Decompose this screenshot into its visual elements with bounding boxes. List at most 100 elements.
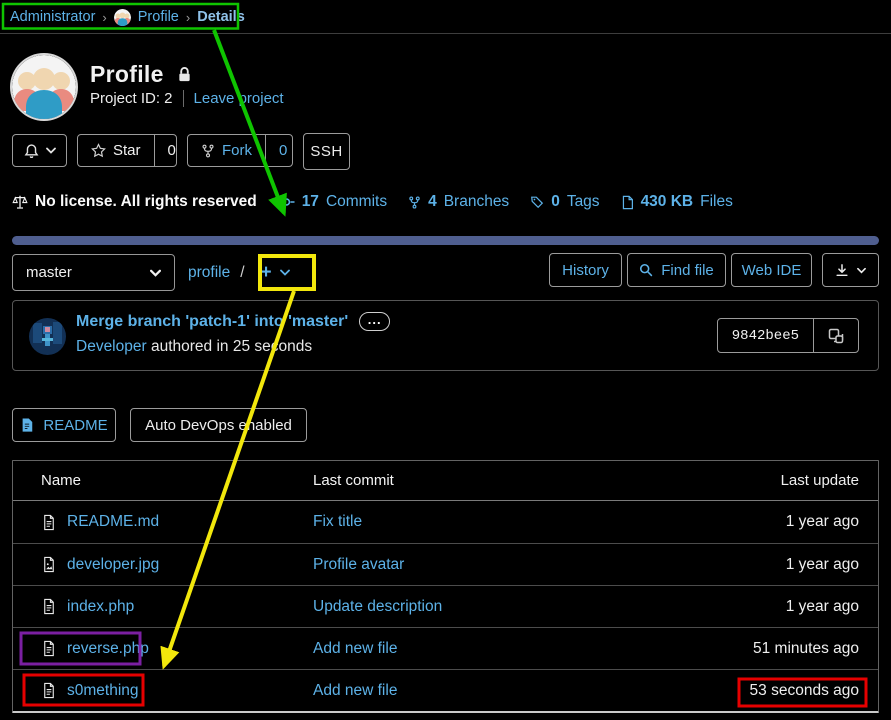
group-avatar-icon xyxy=(12,55,76,119)
chevron-down-icon xyxy=(857,267,866,274)
commit-link[interactable]: Add new file xyxy=(313,682,397,699)
files-link[interactable]: 430 KB Files xyxy=(621,193,733,211)
web-ide-button[interactable]: Web IDE xyxy=(731,253,812,287)
group-avatar-icon xyxy=(114,9,131,26)
download-dropdown-button[interactable] xyxy=(822,253,879,287)
last-update-cell: 1 year ago xyxy=(658,513,878,531)
branches-label: Branches xyxy=(444,193,509,211)
last-commit-panel: Merge branch 'patch-1' into 'master' ...… xyxy=(12,300,879,371)
breadcrumb-current: Details xyxy=(197,9,245,25)
commit-author-link[interactable]: Developer xyxy=(76,338,147,355)
document-icon xyxy=(41,640,57,657)
language-bar[interactable] xyxy=(12,236,879,245)
commit-sha: 9842bee5 xyxy=(718,319,813,352)
path-separator: / xyxy=(240,264,244,282)
readme-file-icon xyxy=(20,417,34,433)
files-size: 430 KB xyxy=(641,193,694,211)
fork-count[interactable]: 0 xyxy=(265,135,293,166)
file-link[interactable]: reverse.php xyxy=(67,640,149,658)
copy-icon xyxy=(828,328,844,344)
fork-icon xyxy=(201,143,215,159)
document-icon xyxy=(41,682,57,699)
file-icon xyxy=(621,195,634,210)
gitlab-project-page: Administrator › Profile › Details Profil… xyxy=(0,0,891,720)
fork-label: Fork xyxy=(222,142,252,159)
tags-link[interactable]: 0 Tags xyxy=(530,193,599,211)
star-button[interactable]: Star xyxy=(78,135,154,166)
star-count[interactable]: 0 xyxy=(154,135,177,166)
breadcrumb-administrator[interactable]: Administrator xyxy=(10,9,95,25)
image-file-icon xyxy=(41,556,57,573)
branches-link[interactable]: 4 Branches xyxy=(408,193,509,211)
file-link[interactable]: README.md xyxy=(67,513,159,531)
table-row: developer.jpg Profile avatar 1 year ago xyxy=(13,543,878,585)
notification-dropdown-button[interactable] xyxy=(12,134,67,167)
table-row: README.md Fix title 1 year ago xyxy=(13,501,878,543)
plus-icon: + xyxy=(261,263,272,282)
license-text: No license. All rights reserved xyxy=(35,193,257,211)
last-update-cell: 1 year ago xyxy=(658,598,878,616)
commits-link[interactable]: 17 Commits xyxy=(278,193,387,211)
table-row: s0mething Add new file 53 seconds ago xyxy=(13,669,878,711)
files-table: Name Last commit Last update README.md F… xyxy=(12,460,879,713)
branch-selector[interactable]: master xyxy=(12,254,175,291)
chevron-down-icon xyxy=(46,147,56,154)
divider xyxy=(183,90,184,107)
project-id-label: Project ID: 2 xyxy=(90,90,173,107)
search-icon xyxy=(639,263,653,277)
add-file-dropdown[interactable]: + xyxy=(255,260,296,285)
header-last-update: Last update xyxy=(658,472,878,489)
project-avatar-small xyxy=(114,9,131,26)
file-link[interactable]: developer.jpg xyxy=(67,556,159,574)
document-icon xyxy=(41,514,57,531)
page-title: Profile xyxy=(90,61,164,88)
branch-icon xyxy=(408,195,421,210)
commit-message-link[interactable]: Merge branch 'patch-1' into 'master' xyxy=(76,313,348,331)
branches-count: 4 xyxy=(428,193,437,211)
breadcrumb: Administrator › Profile › Details xyxy=(10,7,245,27)
commit-link[interactable]: Profile avatar xyxy=(313,556,404,573)
leave-project-link[interactable]: Leave project xyxy=(194,90,284,107)
header-divider xyxy=(0,33,891,34)
tags-count: 0 xyxy=(551,193,560,211)
ssh-button[interactable]: SSH xyxy=(303,133,350,170)
annotation-green-arrow xyxy=(214,30,284,213)
auto-devops-button[interactable]: Auto DevOps enabled xyxy=(130,408,307,442)
last-update-cell: 53 seconds ago xyxy=(658,682,878,700)
breadcrumb-separator: › xyxy=(102,10,106,25)
readme-button[interactable]: README xyxy=(12,408,116,442)
fork-button[interactable]: Fork xyxy=(188,135,265,166)
commit-time-text: authored in 25 seconds xyxy=(151,338,312,355)
commit-link[interactable]: Update description xyxy=(313,598,442,615)
history-button[interactable]: History xyxy=(549,253,622,287)
commit-icon xyxy=(278,196,295,208)
star-button-group: Star 0 xyxy=(77,134,177,167)
commit-expand-button[interactable]: ... xyxy=(359,312,390,331)
commit-sha-group: 9842bee5 xyxy=(717,318,859,353)
commits-label: Commits xyxy=(326,193,387,211)
bell-icon xyxy=(24,143,39,159)
star-label: Star xyxy=(113,142,141,159)
commits-count: 17 xyxy=(302,193,319,211)
chevron-down-icon xyxy=(150,269,161,277)
copy-sha-button[interactable] xyxy=(813,319,858,352)
lock-icon xyxy=(177,66,192,83)
breadcrumb-separator: › xyxy=(186,10,190,25)
path-root-link[interactable]: profile xyxy=(188,264,230,282)
branch-name: master xyxy=(26,264,72,281)
last-update-cell: 51 minutes ago xyxy=(658,640,878,658)
file-link[interactable]: index.php xyxy=(67,598,134,616)
commit-link[interactable]: Add new file xyxy=(313,640,397,657)
file-link[interactable]: s0mething xyxy=(67,682,139,700)
table-row: reverse.php Add new file 51 minutes ago xyxy=(13,627,878,669)
files-label: Files xyxy=(700,193,733,211)
developer-avatar-icon xyxy=(29,318,66,355)
last-update-cell: 1 year ago xyxy=(658,556,878,574)
commit-link[interactable]: Fix title xyxy=(313,513,362,530)
breadcrumb-profile[interactable]: Profile xyxy=(138,9,179,25)
fork-button-group: Fork 0 xyxy=(187,134,293,167)
download-icon xyxy=(835,263,849,278)
tags-label: Tags xyxy=(567,193,600,211)
law-scale-icon xyxy=(12,194,28,210)
find-file-button[interactable]: Find file xyxy=(627,253,726,287)
